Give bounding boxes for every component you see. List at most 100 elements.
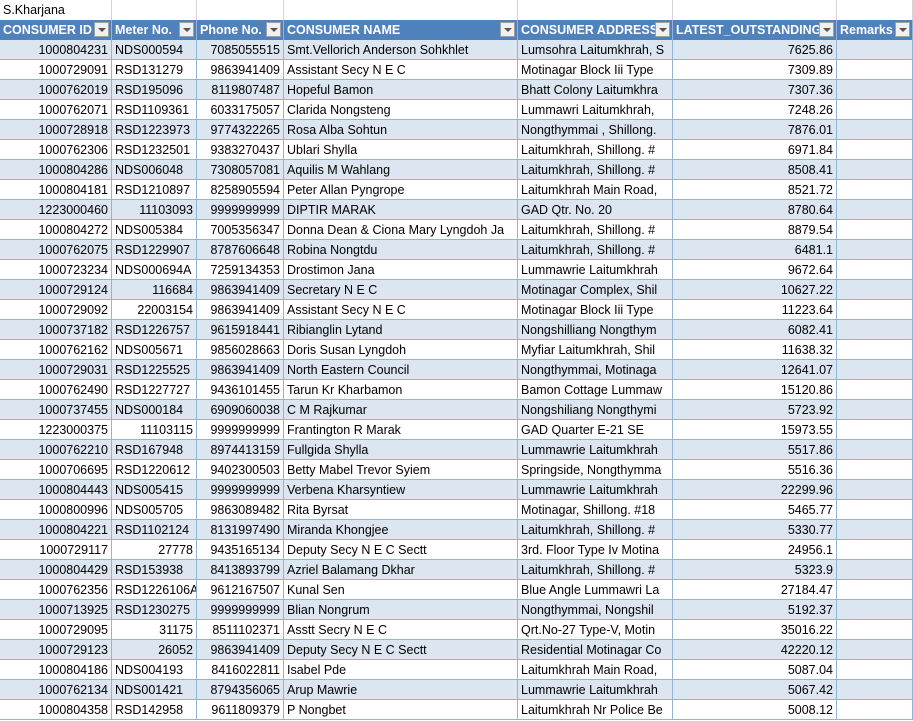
cell-consumer-name[interactable]: C M Rajkumar <box>284 400 518 420</box>
cell-consumer-name[interactable]: Clarida Nongsteng <box>284 100 518 120</box>
empty-cell[interactable] <box>197 0 284 21</box>
cell-phone-no[interactable]: 6033175057 <box>197 100 284 120</box>
cell-consumer-address[interactable]: Nongthymmai, Nongshil <box>518 600 673 620</box>
empty-cell[interactable] <box>284 0 518 21</box>
cell-latest-outstanding[interactable]: 7307.36 <box>673 80 837 100</box>
cell-phone-no[interactable]: 8416022811 <box>197 660 284 680</box>
cell-consumer-address[interactable]: Laitumkhrah Main Road, <box>518 180 673 200</box>
cell-consumer-id[interactable]: 1000729091 <box>0 60 112 80</box>
cell-consumer-id[interactable]: 1000729092 <box>0 300 112 320</box>
cell-meter-no[interactable]: RSD1226757 <box>112 320 197 340</box>
cell-consumer-name[interactable]: Peter Allan Pyngrope <box>284 180 518 200</box>
cell-latest-outstanding[interactable]: 7309.89 <box>673 60 837 80</box>
cell-latest-outstanding[interactable]: 5516.36 <box>673 460 837 480</box>
cell-meter-no[interactable]: NDS001421 <box>112 680 197 700</box>
cell-consumer-address[interactable]: Motinagar Block Iii Type <box>518 300 673 320</box>
cell-remarks[interactable] <box>837 540 913 560</box>
cell-consumer-name[interactable]: Arup Mawrie <box>284 680 518 700</box>
cell-latest-outstanding[interactable]: 8879.54 <box>673 220 837 240</box>
cell-consumer-name[interactable]: Verbena Kharsyntiew <box>284 480 518 500</box>
cell-consumer-name[interactable]: Fullgida Shylla <box>284 440 518 460</box>
cell-latest-outstanding[interactable]: 7876.01 <box>673 120 837 140</box>
cell-consumer-address[interactable]: Motinagar Block Iii Type <box>518 60 673 80</box>
cell-consumer-address[interactable]: Nongshilliang Nongthym <box>518 320 673 340</box>
cell-consumer-address[interactable]: Motinagar Complex, Shil <box>518 280 673 300</box>
cell-phone-no[interactable]: 9999999999 <box>197 420 284 440</box>
cell-meter-no[interactable]: 27778 <box>112 540 197 560</box>
cell-consumer-address[interactable]: Motinagar, Shillong. #18 <box>518 500 673 520</box>
cell-consumer-id[interactable]: 1000728918 <box>0 120 112 140</box>
cell-consumer-name[interactable]: Ribianglin Lytand <box>284 320 518 340</box>
cell-meter-no[interactable]: RSD1229907 <box>112 240 197 260</box>
cell-consumer-name[interactable]: Donna Dean & Ciona Mary Lyngdoh Ja <box>284 220 518 240</box>
cell-latest-outstanding[interactable]: 24956.1 <box>673 540 837 560</box>
cell-remarks[interactable] <box>837 660 913 680</box>
cell-meter-no[interactable]: 11103093 <box>112 200 197 220</box>
cell-consumer-id[interactable]: 1000804221 <box>0 520 112 540</box>
cell-phone-no[interactable]: 9863941409 <box>197 280 284 300</box>
cell-meter-no[interactable]: RSD1102124 <box>112 520 197 540</box>
cell-consumer-name[interactable]: P Nongbet <box>284 700 518 720</box>
cell-meter-no[interactable]: NDS006048 <box>112 160 197 180</box>
filter-dropdown-icon[interactable] <box>266 22 281 37</box>
cell-latest-outstanding[interactable]: 5067.42 <box>673 680 837 700</box>
column-header-phone-no[interactable]: Phone No. <box>197 20 284 40</box>
cell-consumer-address[interactable]: Blue Angle Lummawri La <box>518 580 673 600</box>
cell-phone-no[interactable]: 6909060038 <box>197 400 284 420</box>
cell-phone-no[interactable]: 9383270437 <box>197 140 284 160</box>
cell-phone-no[interactable]: 9611809379 <box>197 700 284 720</box>
cell-phone-no[interactable]: 8794356065 <box>197 680 284 700</box>
cell-consumer-name[interactable]: Smt.Vellorich Anderson Sohkhlet <box>284 40 518 60</box>
cell-meter-no[interactable]: RSD1210897 <box>112 180 197 200</box>
filter-dropdown-icon[interactable] <box>895 22 910 37</box>
cell-phone-no[interactable]: 8787606648 <box>197 240 284 260</box>
cell-phone-no[interactable]: 9863089482 <box>197 500 284 520</box>
cell-latest-outstanding[interactable]: 6971.84 <box>673 140 837 160</box>
column-header-consumer-id[interactable]: CONSUMER ID <box>0 20 112 40</box>
cell-consumer-id[interactable]: 1000729031 <box>0 360 112 380</box>
cell-meter-no[interactable]: NDS000594 <box>112 40 197 60</box>
cell-consumer-address[interactable]: Lummawrie Laitumkhrah <box>518 440 673 460</box>
cell-remarks[interactable] <box>837 560 913 580</box>
cell-phone-no[interactable]: 9402300503 <box>197 460 284 480</box>
cell-consumer-id[interactable]: 1000804231 <box>0 40 112 60</box>
cell-consumer-name[interactable]: Assistant Secy N E C <box>284 60 518 80</box>
cell-consumer-id[interactable]: 1000737455 <box>0 400 112 420</box>
cell-consumer-address[interactable]: Myfiar Laitumkhrah, Shil <box>518 340 673 360</box>
cell-phone-no[interactable]: 9774322265 <box>197 120 284 140</box>
cell-remarks[interactable] <box>837 620 913 640</box>
cell-latest-outstanding[interactable]: 12641.07 <box>673 360 837 380</box>
cell-consumer-name[interactable]: Drostimon Jana <box>284 260 518 280</box>
cell-consumer-name[interactable]: Hopeful Bamon <box>284 80 518 100</box>
empty-cell[interactable] <box>837 0 913 21</box>
cell-consumer-id[interactable]: 1000762306 <box>0 140 112 160</box>
cell-consumer-address[interactable]: Nongthymmai , Shillong. <box>518 120 673 140</box>
cell-meter-no[interactable]: 31175 <box>112 620 197 640</box>
cell-phone-no[interactable]: 8258905594 <box>197 180 284 200</box>
cell-consumer-name[interactable]: Isabel Pde <box>284 660 518 680</box>
cell-remarks[interactable] <box>837 160 913 180</box>
cell-consumer-id[interactable]: 1000762134 <box>0 680 112 700</box>
column-header-latest-outstanding[interactable]: LATEST_OUTSTANDING <box>673 20 837 40</box>
cell-remarks[interactable] <box>837 220 913 240</box>
cell-meter-no[interactable]: NDS005415 <box>112 480 197 500</box>
cell-latest-outstanding[interactable]: 22299.96 <box>673 480 837 500</box>
cell-consumer-address[interactable]: Laitumkhrah, Shillong. # <box>518 160 673 180</box>
cell-latest-outstanding[interactable]: 27184.47 <box>673 580 837 600</box>
cell-latest-outstanding[interactable]: 5323.9 <box>673 560 837 580</box>
cell-remarks[interactable] <box>837 500 913 520</box>
cell-remarks[interactable] <box>837 40 913 60</box>
cell-meter-no[interactable]: RSD153938 <box>112 560 197 580</box>
filter-dropdown-icon[interactable] <box>179 22 194 37</box>
cell-consumer-address[interactable]: Lummawri Laitumkhrah, <box>518 100 673 120</box>
cell-latest-outstanding[interactable]: 5517.86 <box>673 440 837 460</box>
cell-consumer-id[interactable]: 1000804286 <box>0 160 112 180</box>
cell-remarks[interactable] <box>837 400 913 420</box>
cell-meter-no[interactable]: RSD1230275 <box>112 600 197 620</box>
cell-consumer-id[interactable]: 1000762071 <box>0 100 112 120</box>
cell-latest-outstanding[interactable]: 5330.77 <box>673 520 837 540</box>
cell-consumer-name[interactable]: Betty Mabel Trevor Syiem <box>284 460 518 480</box>
cell-phone-no[interactable]: 7259134353 <box>197 260 284 280</box>
cell-meter-no[interactable]: RSD1232501 <box>112 140 197 160</box>
cell-consumer-address[interactable]: Laitumkhrah, Shillong. # <box>518 520 673 540</box>
